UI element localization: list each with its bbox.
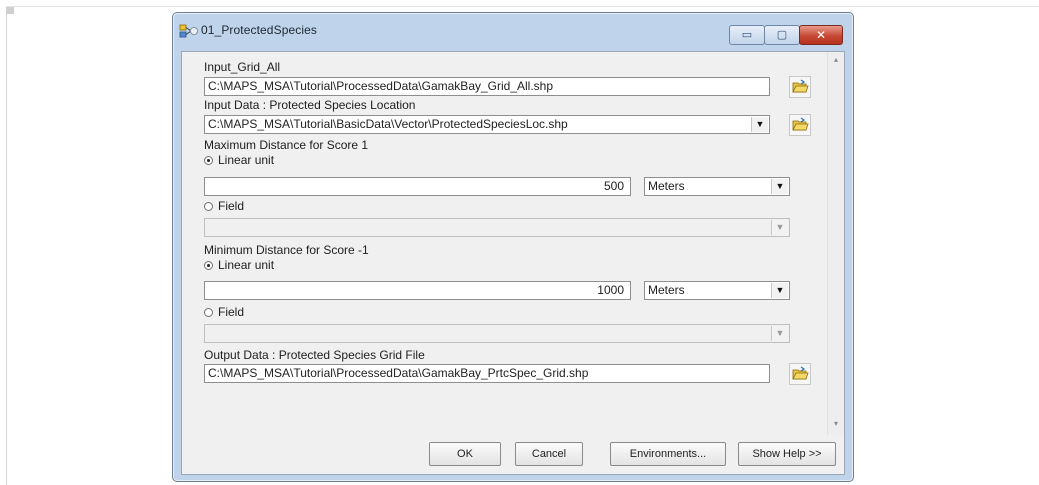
max-distance-field-radio[interactable]: Field xyxy=(204,199,244,213)
min-distance-value-field[interactable]: 1000 xyxy=(204,281,631,300)
window-title: 01_ProtectedSpecies xyxy=(201,23,317,37)
environments-button[interactable]: Environments... xyxy=(610,442,726,466)
min-distance-unit-select[interactable]: Meters ▼ xyxy=(644,281,790,300)
min-linear-unit-label: Linear unit xyxy=(218,258,275,272)
max-distance-value-field[interactable]: 500 xyxy=(204,177,631,196)
page-corner-marker xyxy=(7,7,77,27)
max-distance-unit-select[interactable]: Meters ▼ xyxy=(644,177,790,196)
chevron-down-icon[interactable]: ▼ xyxy=(771,326,788,341)
ok-button[interactable]: OK xyxy=(429,442,501,466)
input-data-value: C:\MAPS_MSA\Tutorial\BasicData\Vector\Pr… xyxy=(208,117,568,131)
max-distance-linear-radio[interactable]: Linear unit xyxy=(204,153,274,167)
radio-selected-icon xyxy=(204,156,213,165)
output-data-browse-button[interactable] xyxy=(789,363,811,385)
title-bar[interactable]: 01_ProtectedSpecies ▭ ▢ ✕ xyxy=(173,13,853,47)
output-data-field[interactable]: C:\MAPS_MSA\Tutorial\ProcessedData\Gamak… xyxy=(204,364,770,383)
maximize-button[interactable]: ▢ xyxy=(764,25,800,45)
radio-unselected-icon xyxy=(204,202,213,211)
cancel-button[interactable]: Cancel xyxy=(515,442,583,466)
dialog-button-row: OK Cancel Environments... Show Help >> xyxy=(182,436,844,474)
minimize-icon: ▭ xyxy=(741,29,753,41)
close-icon: ✕ xyxy=(815,28,827,42)
open-folder-icon xyxy=(792,79,809,93)
open-folder-icon xyxy=(792,117,809,131)
max-distance-field-select[interactable]: ▼ xyxy=(204,218,790,237)
min-distance-linear-radio[interactable]: Linear unit xyxy=(204,258,274,272)
input-data-browse-button[interactable] xyxy=(789,114,811,136)
max-distance-label: Maximum Distance for Score 1 xyxy=(204,138,369,152)
chevron-down-icon[interactable]: ▼ xyxy=(771,283,788,298)
output-data-label: Output Data : Protected Species Grid Fil… xyxy=(204,348,425,362)
min-distance-label: Minimum Distance for Score -1 xyxy=(204,243,369,257)
scroll-down-icon[interactable]: ▾ xyxy=(832,420,840,428)
min-field-label: Field xyxy=(218,305,245,319)
min-distance-unit-value: Meters xyxy=(648,283,685,297)
model-tool-icon xyxy=(179,24,199,38)
input-grid-label: Input_Grid_All xyxy=(204,60,281,74)
chevron-down-icon[interactable]: ▼ xyxy=(771,220,788,235)
open-folder-icon xyxy=(792,366,809,380)
max-field-label: Field xyxy=(218,199,245,213)
max-distance-unit-value: Meters xyxy=(648,179,685,193)
input-grid-field[interactable]: C:\MAPS_MSA\Tutorial\ProcessedData\Gamak… xyxy=(204,77,770,96)
radio-selected-icon xyxy=(204,261,213,270)
radio-unselected-icon xyxy=(204,308,213,317)
chevron-down-icon[interactable]: ▼ xyxy=(771,179,788,194)
parameters-pane: Input_Grid_All C:\MAPS_MSA\Tutorial\Proc… xyxy=(182,52,827,435)
input-grid-browse-button[interactable] xyxy=(789,76,811,98)
maximize-icon: ▢ xyxy=(776,29,788,41)
close-button[interactable]: ✕ xyxy=(799,25,843,45)
dialog-client-area: Input_Grid_All C:\MAPS_MSA\Tutorial\Proc… xyxy=(181,51,845,475)
chevron-down-icon[interactable]: ▼ xyxy=(751,117,768,132)
input-data-label: Input Data : Protected Species Location xyxy=(204,98,416,112)
max-linear-unit-label: Linear unit xyxy=(218,153,275,167)
scroll-up-icon[interactable]: ▴ xyxy=(832,56,840,64)
vertical-scrollbar[interactable]: ▴ ▾ xyxy=(827,52,844,435)
tool-dialog-window: 01_ProtectedSpecies ▭ ▢ ✕ Input_Grid_All… xyxy=(172,12,854,482)
min-distance-field-select[interactable]: ▼ xyxy=(204,324,790,343)
input-data-combo[interactable]: C:\MAPS_MSA\Tutorial\BasicData\Vector\Pr… xyxy=(204,115,770,134)
min-distance-field-radio[interactable]: Field xyxy=(204,305,244,319)
show-help-button[interactable]: Show Help >> xyxy=(738,442,836,466)
minimize-button[interactable]: ▭ xyxy=(729,25,765,45)
